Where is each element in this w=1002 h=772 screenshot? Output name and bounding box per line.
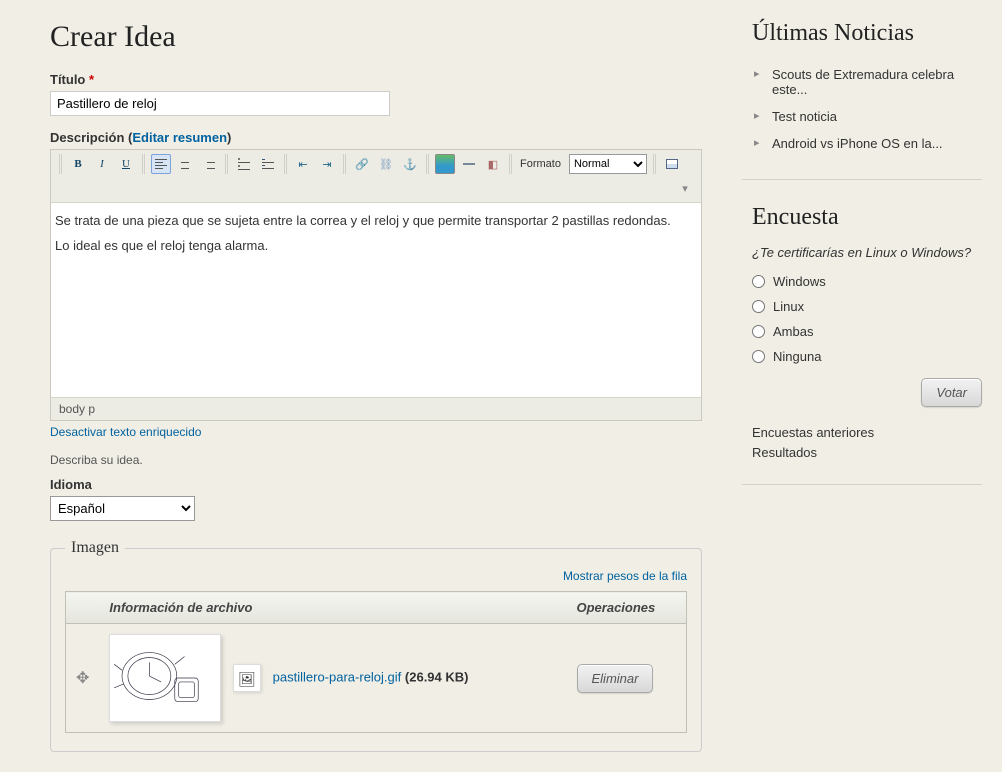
underline-button[interactable]: U bbox=[116, 154, 136, 174]
anchor-button[interactable]: ⚓ bbox=[400, 154, 420, 174]
poll-option[interactable]: Ninguna bbox=[752, 349, 982, 364]
news-block: Últimas Noticias Scouts de Extremadura c… bbox=[742, 10, 982, 180]
format-label: Formato bbox=[520, 158, 561, 170]
toolbar-separator bbox=[426, 154, 429, 174]
editor-text-line: Lo ideal es que el reloj tenga alarma. bbox=[55, 234, 697, 259]
bullet-list-button[interactable] bbox=[234, 154, 254, 174]
toolbar-separator bbox=[509, 154, 512, 174]
description-label: Descripción (Editar resumen) bbox=[50, 130, 702, 145]
toolbar-separator bbox=[59, 154, 62, 174]
description-field-wrapper: Descripción (Editar resumen) B I U ⇤ bbox=[50, 130, 702, 439]
poll-results-link[interactable]: Resultados bbox=[752, 443, 982, 463]
title-label: Título * bbox=[50, 72, 702, 87]
rich-text-editor: B I U ⇤ ⇥ 🔗 ⛓ ⚓ bbox=[50, 149, 702, 421]
numbered-list-button[interactable] bbox=[258, 154, 278, 174]
main-content: Crear Idea Título * Descripción (Editar … bbox=[0, 0, 732, 772]
language-label: Idioma bbox=[50, 477, 702, 492]
source-button[interactable]: ▾ bbox=[675, 178, 695, 198]
previous-polls-link[interactable]: Encuestas anteriores bbox=[752, 423, 982, 443]
poll-option[interactable]: Windows bbox=[752, 274, 982, 289]
editor-status-bar: body p bbox=[51, 398, 701, 420]
poll-option[interactable]: Linux bbox=[752, 299, 982, 314]
table-button[interactable] bbox=[662, 154, 682, 174]
align-left-button[interactable] bbox=[151, 154, 171, 174]
file-size: (26.94 KB) bbox=[405, 669, 469, 684]
news-item[interactable]: Scouts de Extremadura celebra este... bbox=[752, 61, 982, 103]
language-field-wrapper: Idioma Español bbox=[50, 477, 702, 521]
poll-radio[interactable] bbox=[752, 300, 765, 313]
toolbar-separator bbox=[284, 154, 287, 174]
remove-format-button[interactable]: ◧ bbox=[483, 154, 503, 174]
editor-content[interactable]: Se trata de una pieza que se sujeta entr… bbox=[51, 203, 701, 398]
sidebar: Últimas Noticias Scouts de Extremadura c… bbox=[732, 0, 1002, 772]
edit-summary-link[interactable]: Editar resumen bbox=[132, 130, 227, 145]
image-table: Información de archivo Operaciones ✥ 🖼 p… bbox=[65, 591, 687, 733]
unlink-button[interactable]: ⛓ bbox=[376, 154, 396, 174]
link-button[interactable]: 🔗 bbox=[352, 154, 372, 174]
poll-option[interactable]: Ambas bbox=[752, 324, 982, 339]
news-list: Scouts de Extremadura celebra este... Te… bbox=[752, 61, 982, 157]
format-select[interactable]: Normal bbox=[569, 154, 647, 174]
describe-help-text: Describa su idea. bbox=[50, 453, 702, 467]
image-fieldset: Imagen Mostrar pesos de la fila Informac… bbox=[50, 539, 702, 752]
image-legend: Imagen bbox=[65, 539, 125, 557]
italic-button[interactable]: I bbox=[92, 154, 112, 174]
title-field-wrapper: Título * bbox=[50, 72, 702, 116]
file-type-icon: 🖼 bbox=[233, 664, 261, 692]
poll-option-label: Ambas bbox=[773, 324, 813, 339]
news-item[interactable]: Android vs iPhone OS en la... bbox=[752, 130, 982, 157]
file-thumbnail bbox=[109, 634, 221, 722]
col-file-info: Información de archivo bbox=[99, 592, 566, 624]
image-button[interactable] bbox=[435, 154, 455, 174]
poll-radio[interactable] bbox=[752, 275, 765, 288]
indent-button[interactable]: ⇥ bbox=[317, 154, 337, 174]
disable-rich-text-link[interactable]: Desactivar texto enriquecido bbox=[50, 425, 201, 439]
table-row: ✥ 🖼 pastillero-para-reloj.gif (26.94 KB)… bbox=[66, 624, 687, 733]
page-title: Crear Idea bbox=[50, 20, 702, 54]
news-item[interactable]: Test noticia bbox=[752, 103, 982, 130]
toolbar-separator bbox=[653, 154, 656, 174]
remove-button[interactable]: Eliminar bbox=[577, 664, 654, 693]
toolbar-separator bbox=[343, 154, 346, 174]
poll-question: ¿Te certificarías en Linux o Windows? bbox=[752, 245, 982, 260]
align-center-button[interactable] bbox=[175, 154, 195, 174]
bold-button[interactable]: B bbox=[68, 154, 88, 174]
col-operations: Operaciones bbox=[567, 592, 687, 624]
drag-handle-icon[interactable]: ✥ bbox=[76, 670, 89, 687]
language-select[interactable]: Español bbox=[50, 496, 195, 521]
title-input[interactable] bbox=[50, 91, 390, 116]
toolbar-separator bbox=[142, 154, 145, 174]
poll-option-label: Ninguna bbox=[773, 349, 821, 364]
toolbar-separator bbox=[225, 154, 228, 174]
poll-option-label: Windows bbox=[773, 274, 826, 289]
align-right-button[interactable] bbox=[199, 154, 219, 174]
file-name-link[interactable]: pastillero-para-reloj.gif bbox=[273, 669, 402, 684]
hr-button[interactable] bbox=[459, 154, 479, 174]
poll-option-label: Linux bbox=[773, 299, 804, 314]
poll-block: Encuesta ¿Te certificarías en Linux o Wi… bbox=[742, 194, 982, 485]
news-title: Últimas Noticias bbox=[752, 20, 982, 47]
poll-radio[interactable] bbox=[752, 325, 765, 338]
editor-text-line: Se trata de una pieza que se sujeta entr… bbox=[55, 209, 697, 234]
editor-toolbar: B I U ⇤ ⇥ 🔗 ⛓ ⚓ bbox=[51, 150, 701, 203]
outdent-button[interactable]: ⇤ bbox=[293, 154, 313, 174]
show-row-weights-link[interactable]: Mostrar pesos de la fila bbox=[65, 569, 687, 583]
poll-radio[interactable] bbox=[752, 350, 765, 363]
vote-button[interactable]: Votar bbox=[921, 378, 982, 407]
poll-title: Encuesta bbox=[752, 204, 982, 231]
